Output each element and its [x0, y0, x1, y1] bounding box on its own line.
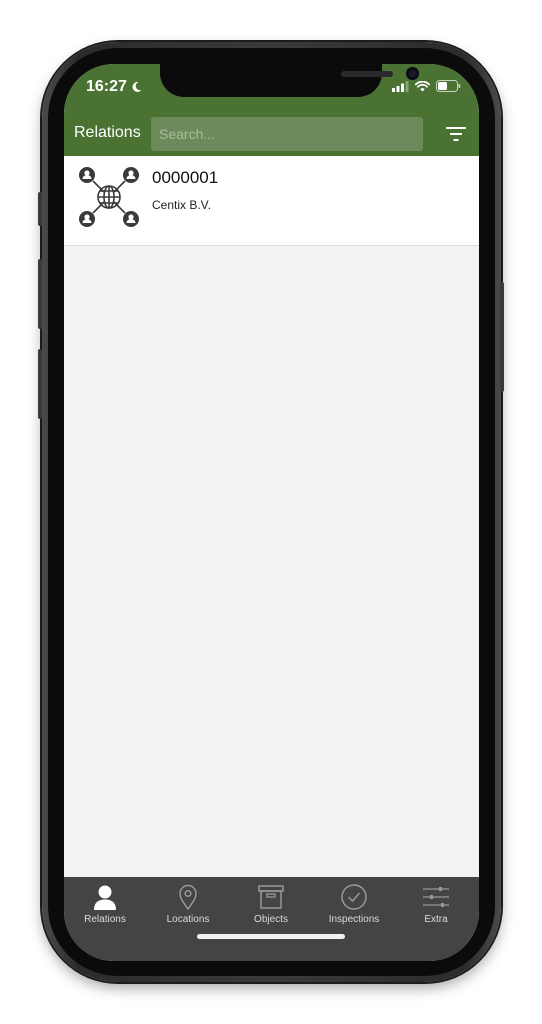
tab-locations[interactable]: Locations: [148, 883, 228, 933]
archive-box-icon: [258, 885, 284, 909]
person-icon: [94, 885, 116, 910]
notch: [160, 64, 419, 97]
tab-objects[interactable]: Objects: [231, 883, 311, 933]
relation-code: 0000001: [152, 168, 219, 187]
home-indicator[interactable]: [197, 934, 345, 939]
relation-name: Centix B.V.: [152, 198, 211, 212]
app-screen: 16:27 Relations Search... 0000001 Centix…: [64, 64, 479, 961]
tab-relations-label: Relations: [84, 914, 126, 925]
search-input[interactable]: [151, 117, 423, 151]
tab-bar: Relations Locations Objects Inspections: [64, 877, 479, 961]
tab-locations-label: Locations: [166, 914, 210, 925]
status-time: 16:27: [86, 78, 142, 96]
wifi-icon: [415, 80, 430, 91]
speaker: [341, 71, 393, 77]
silent-switch: [38, 192, 42, 226]
relation-network-icon: [79, 167, 139, 227]
filter-icon: [446, 127, 466, 141]
tab-inspections[interactable]: Inspections: [314, 883, 394, 933]
volume-up-button: [38, 259, 42, 329]
filter-button[interactable]: [444, 124, 468, 144]
tab-inspections-label: Inspections: [328, 914, 380, 925]
list-item[interactable]: 0000001 Centix B.V.: [64, 156, 479, 246]
status-icons: [392, 80, 461, 92]
power-button: [500, 282, 504, 392]
tab-extra[interactable]: Extra: [396, 883, 476, 933]
tab-extra-label: Extra: [424, 914, 448, 925]
check-circle-icon: [341, 884, 367, 910]
sliders-icon: [423, 887, 449, 907]
page-title: Relations: [74, 124, 141, 141]
battery-icon: [436, 80, 461, 92]
tab-objects-label: Objects: [254, 914, 288, 925]
moon-icon: [132, 81, 142, 92]
location-pin-icon: [179, 884, 197, 911]
volume-down-button: [38, 349, 42, 419]
status-time-text: 16:27: [86, 78, 127, 95]
front-camera: [406, 67, 419, 80]
tab-relations[interactable]: Relations: [65, 883, 145, 933]
cellular-signal-icon: [392, 80, 409, 92]
